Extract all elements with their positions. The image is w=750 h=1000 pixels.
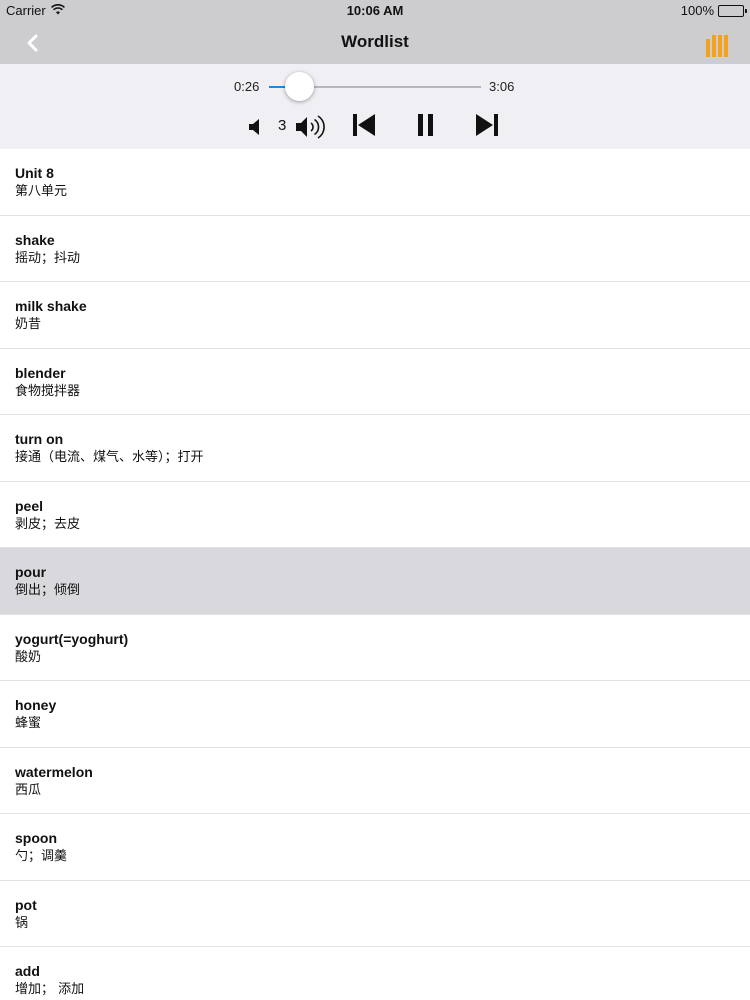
word-chinese: 增加； 添加 [15, 982, 85, 997]
word-row[interactable]: shake 摇动；抖动 [0, 216, 750, 282]
word-chinese: 食物搅拌器 [15, 383, 81, 399]
previous-button[interactable] [351, 112, 377, 143]
word-row[interactable]: pot 锅 [0, 881, 750, 947]
playback-controls: 3 [0, 108, 750, 144]
volume-down-button[interactable] [248, 118, 262, 141]
word-english: peel [15, 497, 44, 514]
word-row[interactable]: watermelon 西瓜 [0, 748, 750, 814]
word-row[interactable]: Unit 8 第八单元 [0, 149, 750, 216]
word-row[interactable]: add 增加； 添加 [0, 947, 750, 1000]
battery-icon [718, 4, 747, 17]
battery-group: 100% [680, 3, 747, 18]
word-list: Unit 8 第八单元 shake 摇动；抖动 milk shake 奶昔 blender 食… [0, 149, 750, 1000]
speaker-high-icon [296, 115, 325, 139]
word-chinese: 倒出；倾倒 [15, 583, 81, 598]
word-english: pour [15, 564, 47, 580]
word-chinese: 勺；调羹 [15, 849, 68, 864]
battery-percent: 100% [680, 3, 714, 18]
skip-next-icon [476, 114, 498, 136]
word-row[interactable]: spoon 勺；调羹 [0, 814, 750, 881]
audio-player: 0:26 3:06 3 [0, 64, 750, 149]
word-english: watermelon [15, 763, 93, 780]
word-english: shake [15, 231, 55, 248]
progress-slider[interactable] [269, 72, 481, 101]
word-chinese: 摇动；抖动 [15, 250, 81, 266]
pause-button[interactable] [415, 112, 437, 143]
volume-up-button[interactable] [294, 114, 326, 145]
elapsed-time: 0:26 [234, 79, 260, 94]
word-row[interactable]: honey 蜂蜜 [0, 681, 750, 748]
word-english: milk shake [15, 298, 87, 314]
pause-icon [418, 114, 433, 136]
word-chinese: 西瓜 [15, 782, 42, 798]
word-chinese: 奶昔 [15, 317, 42, 332]
word-row[interactable]: turn on 接通（电流、煤气、水等）；打开 [0, 415, 750, 482]
word-english: yogurt(=yoghurt) [15, 630, 129, 647]
progress-thumb[interactable] [285, 72, 314, 101]
skip-previous-icon [353, 114, 375, 136]
word-row[interactable]: milk shake 奶昔 [0, 282, 750, 349]
page-title: Wordlist [341, 32, 409, 51]
word-row[interactable]: peel 剥皮；去皮 [0, 482, 750, 548]
navigation-bar: Wordlist [0, 21, 750, 64]
word-english: spoon [15, 830, 57, 846]
word-row[interactable]: blender 食物搅拌器 [0, 349, 750, 415]
word-english: honey [15, 697, 57, 713]
total-time: 3:06 [489, 79, 515, 94]
next-button[interactable] [474, 112, 500, 143]
word-english: blender [15, 364, 66, 381]
word-chinese: 酸奶 [15, 649, 42, 665]
word-english: Unit 8 [15, 165, 54, 181]
word-chinese: 第八单元 [15, 184, 68, 199]
word-row[interactable]: pour 倒出；倾倒 [0, 548, 750, 615]
library-icon [706, 39, 710, 57]
word-english: pot [15, 896, 37, 913]
word-chinese: 蜂蜜 [15, 716, 42, 731]
word-english: add [15, 963, 40, 979]
word-chinese: 锅 [15, 915, 29, 931]
word-english: turn on [15, 431, 64, 447]
status-bar: Carrier 10:06 AM 100% [0, 0, 750, 21]
word-chinese: 接通（电流、煤气、水等）；打开 [15, 450, 204, 465]
word-chinese: 剥皮；去皮 [15, 516, 81, 532]
volume-level: 3 [278, 117, 287, 134]
speaker-low-icon [249, 119, 259, 135]
word-row[interactable]: yogurt(=yoghurt) 酸奶 [0, 615, 750, 681]
library-button[interactable] [706, 31, 734, 57]
status-time: 10:06 AM [346, 3, 404, 18]
